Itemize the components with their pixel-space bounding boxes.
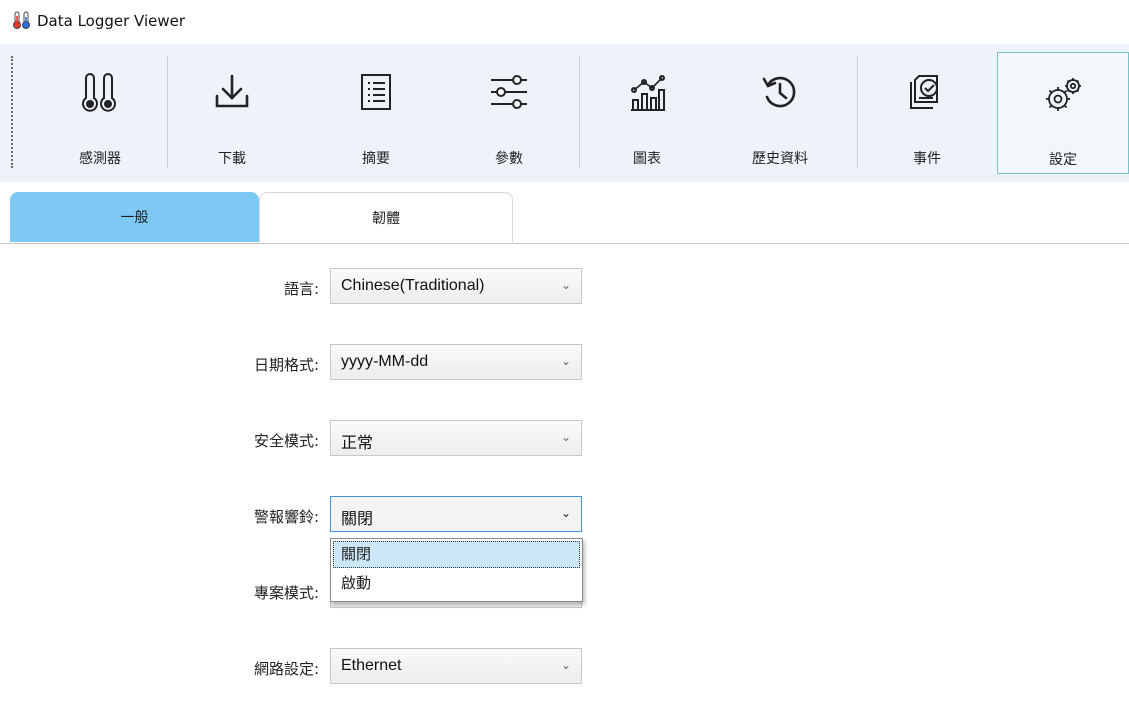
summary-icon — [361, 74, 391, 110]
toolbar-events-button[interactable]: 事件 — [863, 50, 991, 174]
toolbar-separator — [579, 56, 580, 168]
date-format-label: 日期格式: — [253, 356, 319, 374]
alarm-buzzer-dropdown: 關閉 啟動 — [330, 538, 583, 602]
tab-firmware[interactable]: 韌體 — [259, 192, 513, 242]
toolbar-settings-label: 設定 — [1049, 152, 1077, 168]
toolbar-sensors-button[interactable]: 感測器 — [36, 50, 164, 174]
project-mode-label: 專案模式: — [253, 584, 319, 602]
date-format-value: yyyy-MM-dd — [341, 353, 429, 370]
alarm-buzzer-select[interactable]: 關閉 ⌄ — [330, 496, 582, 532]
toolbar-sensors-label: 感測器 — [79, 151, 121, 167]
language-label: 語言: — [283, 280, 319, 298]
dropdown-option-on[interactable]: 啟動 — [333, 570, 580, 597]
toolbar-events-label: 事件 — [913, 151, 941, 167]
chart-icon — [631, 75, 665, 111]
gears-icon — [1046, 78, 1081, 111]
security-mode-value: 正常 — [341, 435, 374, 452]
chevron-down-icon: ⌄ — [560, 506, 571, 520]
chevron-down-icon: ⌄ — [560, 658, 571, 672]
toolbar-summary-button[interactable]: 摘要 — [312, 50, 440, 174]
chevron-down-icon: ⌄ — [560, 278, 571, 292]
sliders-icon — [491, 75, 527, 109]
network-select[interactable]: Ethernet ⌄ — [330, 648, 582, 684]
event-icon — [910, 75, 938, 109]
toolbar-summary-label: 摘要 — [362, 151, 390, 167]
download-icon — [215, 74, 249, 108]
language-select[interactable]: Chinese(Traditional) ⌄ — [330, 268, 582, 304]
language-value: Chinese(Traditional) — [341, 277, 485, 294]
alarm-buzzer-value: 關閉 — [341, 511, 374, 528]
toolbar-separator — [857, 56, 858, 168]
toolbar-download-button[interactable]: 下載 — [168, 50, 296, 174]
toolbar-settings-button[interactable]: 設定 — [997, 52, 1129, 174]
main-toolbar: 感測器 下載 摘要 參數 圖表 歷史資料 事件 設定 — [0, 44, 1129, 182]
network-label: 網路設定: — [253, 660, 319, 678]
window-title: Data Logger Viewer — [37, 12, 186, 30]
toolbar-chart-label: 圖表 — [633, 151, 661, 167]
alarm-buzzer-label: 警報響鈴: — [253, 508, 319, 526]
toolbar-parameters-button[interactable]: 參數 — [445, 50, 573, 174]
toolbar-download-label: 下載 — [218, 151, 246, 167]
thermometers-icon — [82, 73, 116, 112]
network-value: Ethernet — [341, 657, 402, 674]
toolbar-grip[interactable] — [11, 56, 16, 168]
chevron-down-icon: ⌄ — [560, 354, 571, 368]
chevron-down-icon: ⌄ — [560, 430, 571, 444]
settings-tabs: 一般 韌體 — [0, 182, 1129, 244]
security-mode-label: 安全模式: — [253, 432, 319, 450]
toolbar-history-label: 歷史資料 — [752, 151, 808, 167]
date-format-select[interactable]: yyyy-MM-dd ⌄ — [330, 344, 582, 380]
toolbar-history-button[interactable]: 歷史資料 — [716, 50, 844, 174]
history-icon — [762, 76, 796, 108]
title-bar: Data Logger Viewer — [0, 0, 1129, 44]
toolbar-parameters-label: 參數 — [495, 151, 523, 167]
tab-general[interactable]: 一般 — [10, 192, 259, 242]
toolbar-chart-button[interactable]: 圖表 — [583, 50, 711, 174]
tab-divider — [0, 243, 1129, 244]
security-mode-select[interactable]: 正常 ⌄ — [330, 420, 582, 456]
dropdown-option-off[interactable]: 關閉 — [333, 541, 580, 568]
thermometer-icon — [13, 11, 30, 29]
